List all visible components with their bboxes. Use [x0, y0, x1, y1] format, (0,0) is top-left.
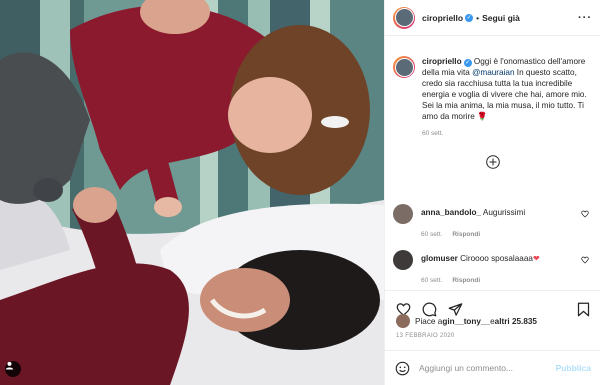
liker-username[interactable]: gin__tony__ [442, 317, 490, 326]
comment-input[interactable] [419, 363, 556, 373]
caption-mention-link[interactable]: @mauraian [472, 68, 514, 77]
comments-area: ciropriello ✓ Oggi è l'onomastico dell'am… [385, 50, 600, 288]
bookmark-icon[interactable] [577, 302, 590, 317]
verified-icon: ✓ [463, 59, 472, 67]
author-username[interactable]: ciropriello [422, 13, 463, 23]
comment-text: Augurissimi [481, 208, 526, 217]
comment-avatar[interactable] [393, 250, 413, 270]
comment-username[interactable]: anna_bandolo_ [421, 208, 481, 217]
comment-meta: 60 sett. Rispondi [421, 275, 593, 286]
reply-button[interactable]: Rispondi [452, 277, 480, 284]
comment-time: 60 sett. [421, 277, 443, 284]
comment-username[interactable]: glomuser [421, 254, 458, 263]
rose-emoji: 🌹 [477, 112, 488, 121]
comment-meta: 60 sett. Rispondi [421, 229, 593, 240]
comment-item: glomuser Ciroooo sposalaaaa❤ 60 sett. Ris… [393, 250, 593, 286]
comment-body: glomuser Ciroooo sposalaaaa❤ 60 sett. Ris… [421, 250, 593, 286]
caption-username[interactable]: ciropriello [422, 57, 462, 66]
follow-button[interactable]: Segui già [482, 13, 520, 23]
comment-text: Ciroooo sposalaaaa [457, 254, 533, 263]
caption-time: 60 sett. [422, 130, 444, 137]
user-tag-icon[interactable] [5, 361, 21, 377]
likes-summary: Piace a gin__tony__ e altri 25.835 [396, 314, 537, 328]
photo-illustration [0, 0, 384, 385]
add-comment-bar: Pubblica [385, 350, 600, 385]
author-avatar[interactable] [393, 6, 415, 29]
more-icon[interactable]: ··· [578, 12, 592, 24]
comment-avatar[interactable] [393, 204, 413, 224]
comment-body: anna_bandolo_ Augurissimi 60 sett. Rispon… [421, 204, 593, 240]
caption: ciropriello ✓ Oggi è l'onomastico dell'am… [393, 50, 593, 139]
likes-count[interactable]: altri 25.835 [495, 317, 537, 326]
post-sidebar: ciropriello ✓ • Segui già ··· ciropriell… [384, 0, 600, 385]
caption-text: ciropriello ✓ Oggi è l'onomastico dell'am… [422, 50, 593, 139]
comment-item: anna_bandolo_ Augurissimi 60 sett. Rispon… [393, 204, 593, 240]
post-photo[interactable] [0, 0, 384, 385]
comment-time: 60 sett. [421, 231, 443, 238]
emoji-icon[interactable] [395, 361, 410, 376]
verified-icon: ✓ [465, 13, 474, 22]
liker-avatar[interactable] [396, 314, 410, 328]
heart-icon[interactable] [581, 256, 589, 264]
caption-avatar[interactable] [393, 56, 415, 78]
publish-button[interactable]: Pubblica [556, 363, 591, 373]
heart-emoji: ❤ [532, 254, 540, 263]
post-header: ciropriello ✓ • Segui già ··· [385, 0, 600, 36]
heart-icon[interactable] [581, 210, 589, 218]
post-date[interactable]: 13 FEBBRAIO 2020 [396, 333, 455, 339]
likes-prefix: Piace a [415, 316, 443, 326]
instagram-post: ciropriello ✓ • Segui già ··· ciropriell… [0, 0, 600, 385]
reply-button[interactable]: Rispondi [452, 231, 480, 238]
add-icon[interactable] [486, 155, 500, 169]
header-separator: • [476, 12, 480, 23]
